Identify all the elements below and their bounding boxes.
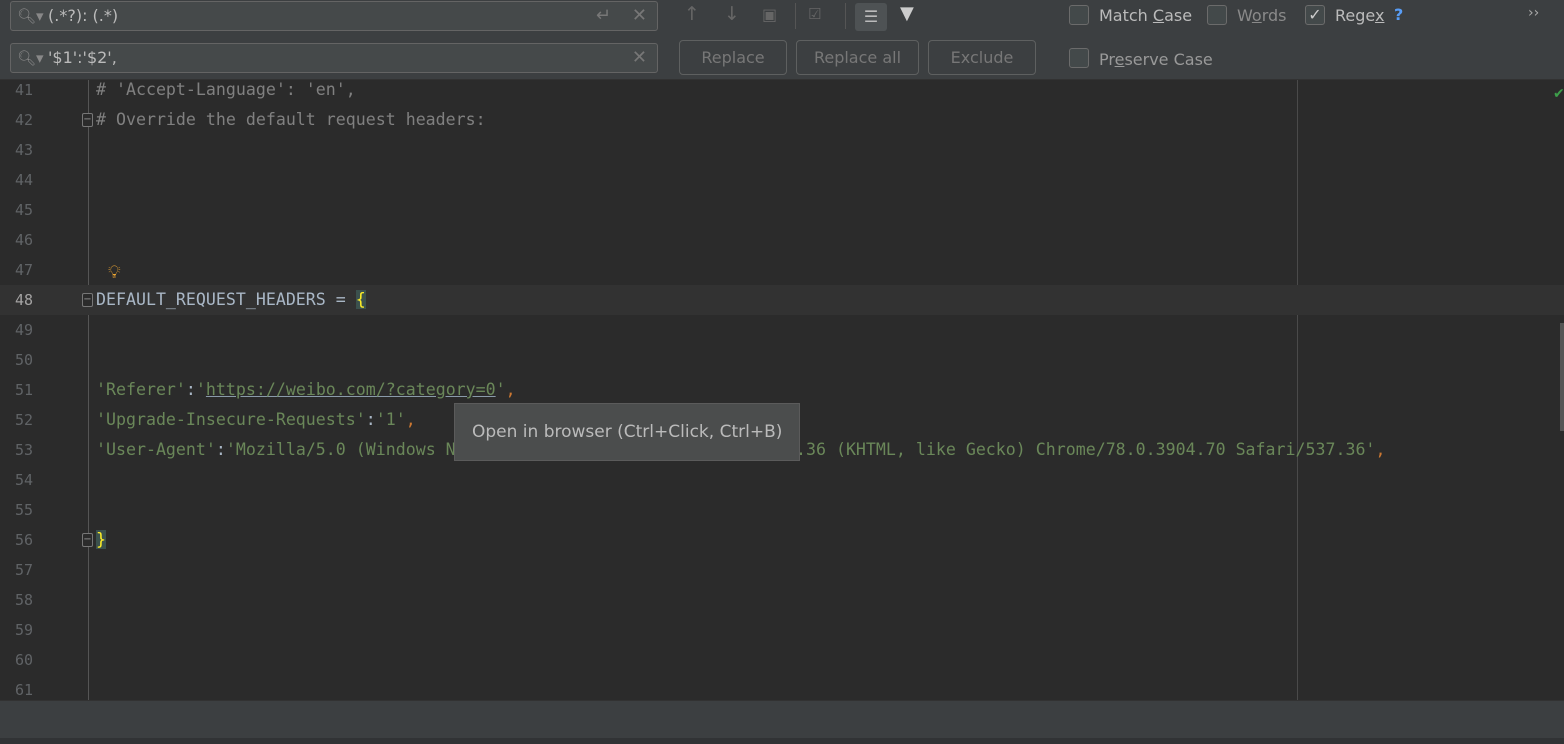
line-number[interactable]: 59 [0,615,33,645]
code-line[interactable]: 58 [0,585,1564,615]
line-number[interactable]: 56 [0,525,33,555]
code-line[interactable]: 54 [0,465,1564,495]
line-number[interactable]: 45 [0,195,33,225]
inspection-ok-icon[interactable]: ✔ [1553,86,1564,102]
divider [795,3,796,29]
code-line[interactable]: 50 [0,345,1564,375]
code-line[interactable]: 48 DEFAULT_REQUEST_HEADERS = {− [0,285,1564,315]
code-line[interactable]: 55 [0,495,1564,525]
find-replace-bar: 🔍︎▾ (.*?): (.*) ↵ ✕ 🔍︎▾ '$1':'$2', ✕ ↑ ↓… [0,0,1564,80]
line-number[interactable]: 48 [0,285,33,315]
clear-replace-icon[interactable]: ✕ [632,44,647,72]
scrollbar-thumb[interactable] [1560,323,1564,431]
line-number[interactable]: 54 [0,465,33,495]
fold-icon[interactable]: − [82,533,93,547]
code-line[interactable]: 57 [0,555,1564,585]
line-number[interactable]: 47 [0,255,33,285]
code-text: # 'Accept-Language': 'en', [96,80,356,99]
search-input[interactable]: 🔍︎▾ (.*?): (.*) ↵ ✕ [10,1,658,31]
lightbulb-icon[interactable]: 💡︎ [108,262,121,283]
code-line[interactable]: 44 [0,165,1564,195]
line-number[interactable]: 52 [0,405,33,435]
preserve-case-label[interactable]: Preserve Case [1099,50,1213,69]
line-number[interactable]: 55 [0,495,33,525]
code-text: 'Upgrade-Insecure-Requests':'1', [96,410,416,429]
line-number[interactable]: 51 [0,375,33,405]
words-checkbox[interactable] [1207,5,1227,25]
code-text-tail: 7.36 (KHTML, like Gecko) Chrome/78.0.390… [786,440,1386,459]
line-number[interactable]: 42 [0,105,33,135]
code-line[interactable]: 41 # 'Accept-Language': 'en', [0,75,1564,105]
code-line[interactable]: 45 [0,195,1564,225]
clear-search-icon[interactable]: ✕ [632,2,647,30]
regex-checkbox[interactable]: ✓ [1305,5,1325,25]
fold-icon[interactable]: − [82,113,93,127]
next-occurrence-icon[interactable]: ↓ [724,3,740,25]
search-value: (.*?): (.*) [48,6,119,25]
code-line[interactable]: 43 [0,135,1564,165]
brace: { [355,290,366,309]
line-number[interactable]: 43 [0,135,33,165]
code-text: } [96,525,106,555]
code-text: 'User-Agent':'Mozilla/5.0 (Windows N [96,440,456,459]
filter-icon[interactable]: ▼ [900,3,914,24]
regex-label[interactable]: Regex [1335,6,1384,25]
code-line[interactable]: 60 [0,645,1564,675]
replace-history-icon[interactable]: 🔍︎▾ [17,44,44,72]
words-label[interactable]: Words [1237,6,1286,25]
replace-all-button[interactable]: Replace all [796,40,919,75]
line-number[interactable]: 58 [0,585,33,615]
code-line[interactable]: 59 [0,615,1564,645]
code-text: DEFAULT_REQUEST_HEADERS = { [96,290,366,309]
status-bar [0,700,1564,744]
match-case-checkbox[interactable] [1069,5,1089,25]
code-text: # Override the default request headers: [96,110,486,129]
replace-button[interactable]: Replace [679,40,787,75]
previous-occurrence-icon[interactable]: ↑ [684,3,700,25]
replace-input[interactable]: 🔍︎▾ '$1':'$2', ✕ [10,43,658,73]
exclude-button[interactable]: Exclude [928,40,1036,75]
search-history-icon[interactable]: 🔍︎▾ [17,2,44,30]
code-line[interactable]: 47 [0,255,1564,285]
url-link[interactable]: https://weibo.com/?category=0 [206,380,496,399]
line-number[interactable]: 46 [0,225,33,255]
line-number[interactable]: 53 [0,435,33,465]
more-options-icon[interactable]: ›› [1528,5,1539,21]
code-line[interactable]: 51 'Referer':'https://weibo.com/?category… [0,375,1564,405]
regex-help-link[interactable]: ? [1394,5,1403,24]
code-text: 'Referer':'https://weibo.com/?category=0… [96,380,516,399]
code-line[interactable]: 46 [0,225,1564,255]
tooltip: Open in browser (Ctrl+Click, Ctrl+B) [454,403,800,461]
brace: } [96,530,106,549]
line-number[interactable]: 44 [0,165,33,195]
line-number[interactable]: 57 [0,555,33,585]
code-line[interactable]: 42 # Override the default request headers… [0,105,1564,135]
line-number[interactable]: 60 [0,645,33,675]
in-selection-icon[interactable]: ☑ [808,5,821,23]
line-number[interactable]: 49 [0,315,33,345]
fold-icon[interactable]: − [82,293,93,307]
replace-value: '$1':'$2', [48,48,117,67]
code-line[interactable]: 56} − [0,525,1564,555]
select-all-occurrences-icon[interactable]: ▣ [762,5,777,24]
divider [845,3,846,29]
line-number[interactable]: 50 [0,345,33,375]
filter-lines-icon[interactable]: ☰ [855,3,887,31]
line-number[interactable]: 41 [0,75,33,105]
new-line-icon[interactable]: ↵ [596,2,611,30]
match-case-label[interactable]: Match Case [1099,6,1192,25]
preserve-case-checkbox[interactable] [1069,48,1089,68]
code-line[interactable]: 49 [0,315,1564,345]
